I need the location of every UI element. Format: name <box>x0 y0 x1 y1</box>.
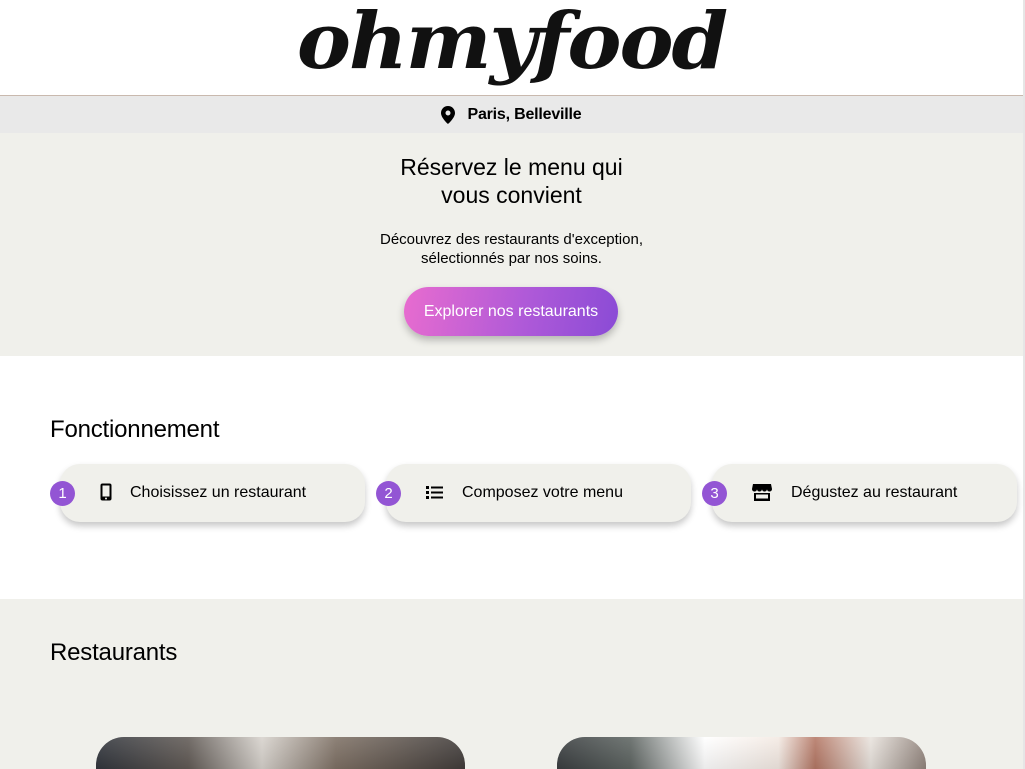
hero-title-line-2: vous convient <box>441 182 582 208</box>
restaurants-title: Restaurants <box>50 639 178 666</box>
restaurants-section: Restaurants <box>0 599 1023 769</box>
hero-title-line-1: Réservez le menu qui <box>400 154 623 180</box>
store-icon <box>752 484 772 501</box>
list-icon <box>426 486 443 499</box>
hero-subtitle-line-1: Découvrez des restaurants d'exception, <box>379 231 643 248</box>
hero-subtitle: Découvrez des restaurants d'exception, s… <box>0 230 1023 268</box>
site-header: ohmyfood <box>0 0 1023 96</box>
map-pin-icon <box>441 105 456 124</box>
explore-restaurants-button[interactable]: Explorer nos restaurants <box>404 287 618 336</box>
restaurant-card-image[interactable] <box>557 737 926 769</box>
hero-title: Réservez le menu qui vous convient <box>0 153 1023 209</box>
step-label: Composez votre menu <box>462 484 623 501</box>
step-taste-restaurant[interactable]: 3 Dégustez au restaurant <box>702 464 1017 522</box>
restaurant-card-image[interactable] <box>96 737 465 769</box>
hero-section: Réservez le menu qui vous convient Décou… <box>0 133 1023 356</box>
step-choose-restaurant[interactable]: 1 Choisissez un restaurant <box>50 464 365 522</box>
hero-subtitle-line-2: sélectionnés par nos soins. <box>421 250 602 267</box>
step-number-badge: 2 <box>376 481 401 506</box>
step-number-badge: 3 <box>702 481 727 506</box>
step-number-badge: 1 <box>50 481 75 506</box>
smartphone-icon <box>100 483 112 501</box>
image-overlay <box>557 737 926 769</box>
location-bar: Paris, Belleville <box>0 96 1023 133</box>
how-it-works-title: Fonctionnement <box>50 416 220 443</box>
location-text: Paris, Belleville <box>467 105 582 123</box>
how-it-works-section: Fonctionnement 1 Choisissez un restauran… <box>0 356 1023 599</box>
step-label: Choisissez un restaurant <box>130 484 307 501</box>
step-label: Dégustez au restaurant <box>791 484 958 501</box>
image-overlay <box>96 737 465 769</box>
step-compose-menu[interactable]: 2 Composez votre menu <box>376 464 691 522</box>
ohmyfood-logo[interactable]: ohmyfood <box>0 0 1025 90</box>
